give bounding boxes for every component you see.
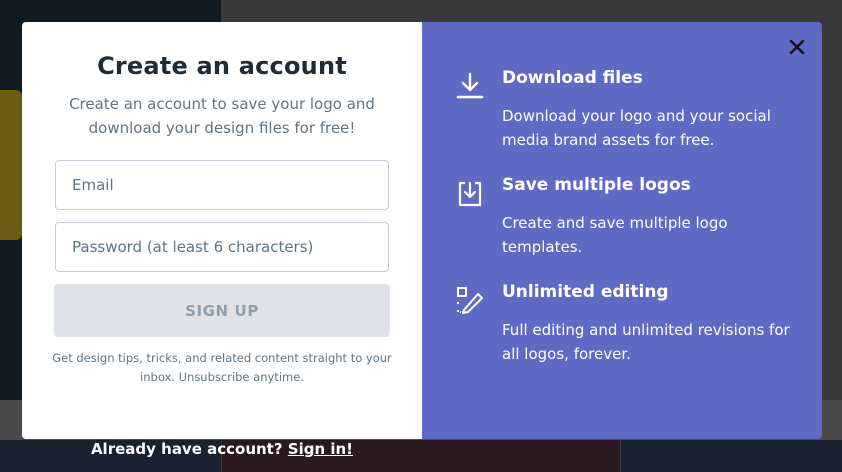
close-icon[interactable] bbox=[786, 36, 808, 58]
background-logo-shape bbox=[0, 90, 22, 240]
feature-description: Full editing and unlimited revisions for… bbox=[502, 321, 790, 363]
feature-title: Unlimited editing bbox=[502, 282, 669, 302]
save-multiple-icon bbox=[454, 177, 486, 209]
modal-title: Create an account bbox=[97, 52, 347, 80]
signup-form-panel: Create an account Create an account to s… bbox=[22, 22, 422, 439]
feature-title: Download files bbox=[502, 68, 643, 88]
signin-prompt-text: Already have account? bbox=[90, 440, 288, 458]
feature-description: Download your logo and your social media… bbox=[502, 107, 771, 149]
password-field[interactable] bbox=[55, 222, 389, 272]
feature-title: Save multiple logos bbox=[502, 175, 691, 195]
feature-description: Create and save multiple logo templates. bbox=[502, 214, 728, 256]
email-field[interactable] bbox=[55, 160, 389, 210]
download-icon bbox=[454, 70, 486, 102]
signup-modal: Create an account Create an account to s… bbox=[22, 22, 822, 439]
signin-prompt: Already have account? Sign in! bbox=[0, 440, 444, 462]
modal-subtitle: Create an account to save your logo and … bbox=[69, 95, 375, 137]
signin-link[interactable]: Sign in! bbox=[288, 440, 353, 458]
newsletter-disclaimer: Get design tips, tricks, and related con… bbox=[52, 351, 392, 384]
edit-pencil-icon bbox=[454, 284, 486, 316]
features-panel: Download files Download your logo and yo… bbox=[422, 22, 822, 439]
sign-up-button[interactable]: SIGN UP bbox=[54, 284, 390, 337]
